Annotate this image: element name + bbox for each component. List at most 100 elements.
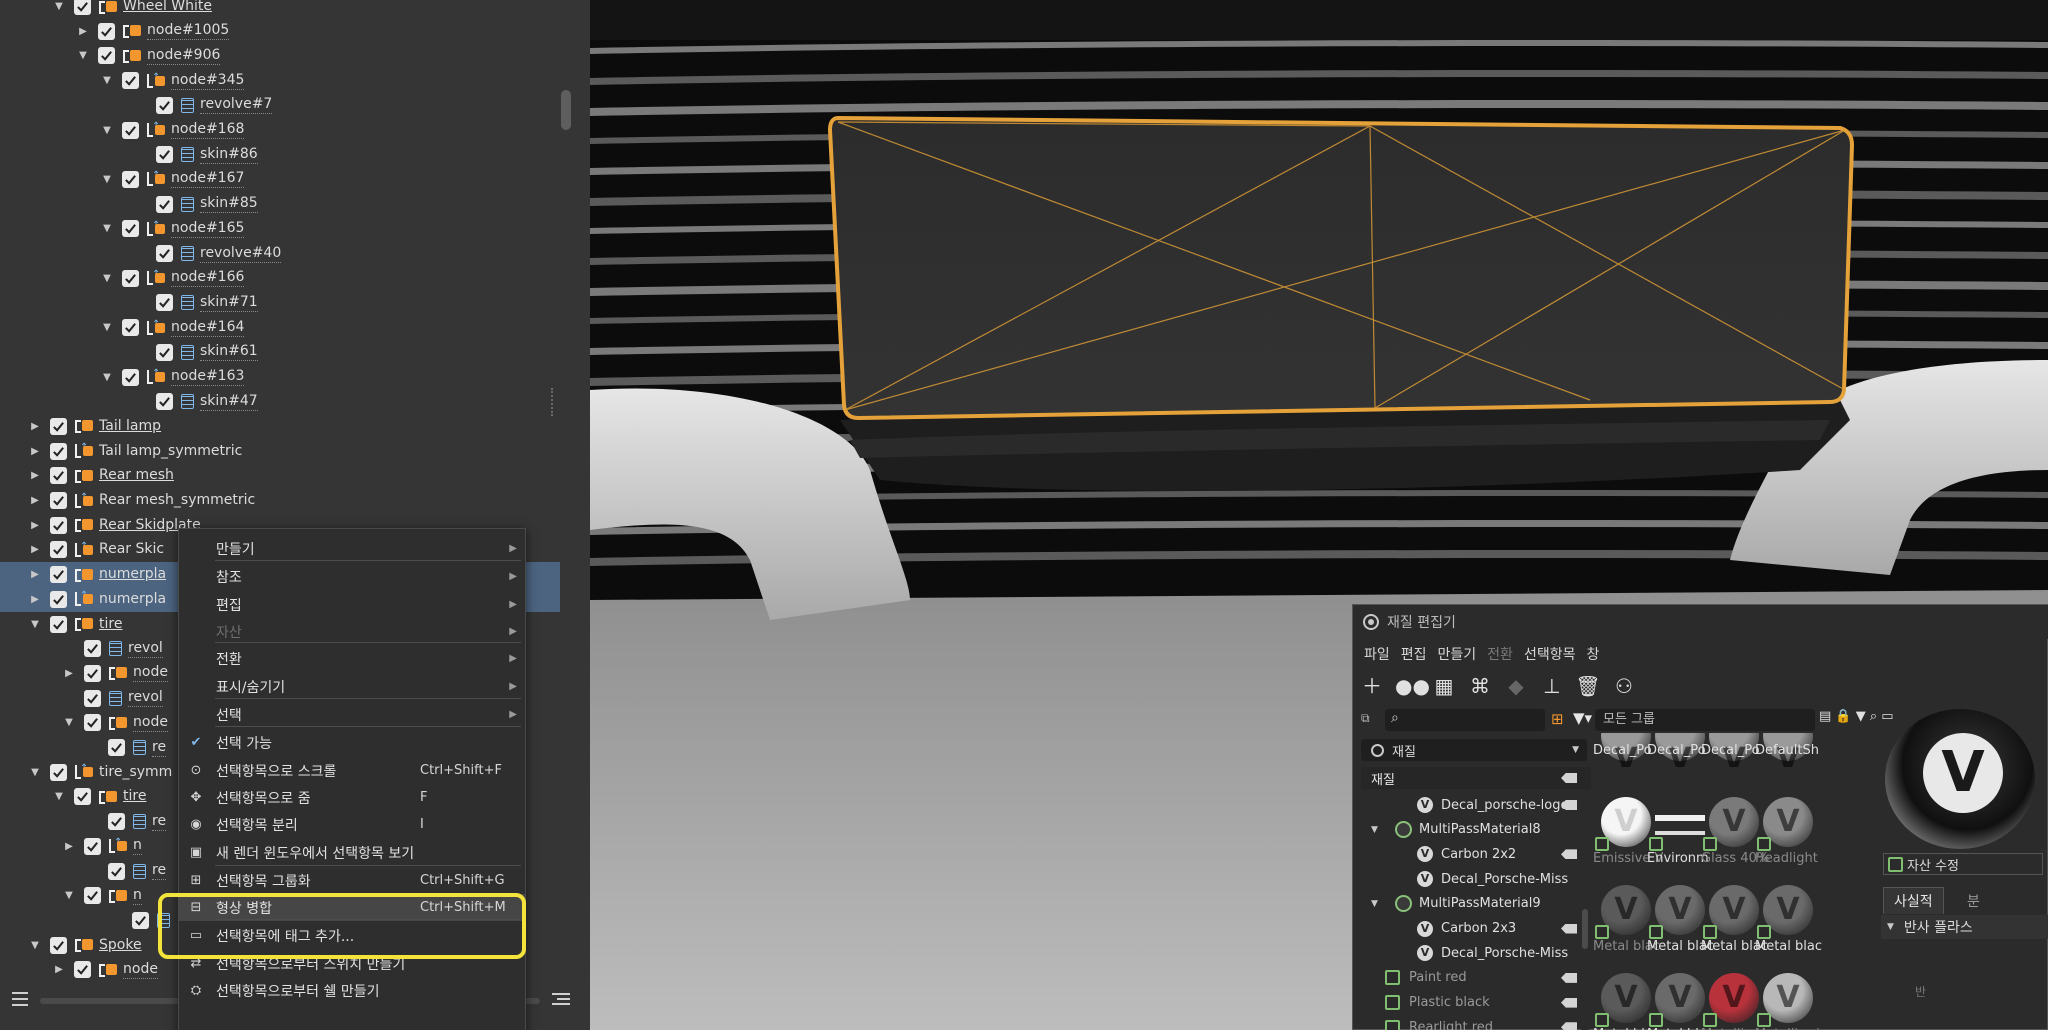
tree-row[interactable]: ▼ ↑ node#165 — [0, 216, 560, 241]
menu-item[interactable]: ⛭ 선택항목으로부터 쉘 만들기 — [179, 977, 525, 1004]
visibility-checkbox[interactable] — [84, 664, 101, 682]
tree-row[interactable]: skin#71 — [0, 290, 560, 315]
tree-view-icon[interactable]: ⊞ — [1551, 710, 1569, 728]
menu-item[interactable]: 편집 ▶ — [179, 591, 525, 618]
menu-item[interactable]: 참조 ▶ — [179, 563, 525, 590]
tree-row[interactable]: skin#86 — [0, 142, 560, 167]
expand-right-icon[interactable]: ▶ — [76, 24, 90, 38]
tree-row[interactable]: ▶ Rear mesh — [0, 463, 560, 488]
multipass-icon[interactable]: ●● — [1395, 673, 1430, 699]
expand-down-icon[interactable]: ▼ — [1371, 899, 1378, 909]
menubar-item[interactable]: 창 — [1586, 644, 1599, 664]
select-icon[interactable]: ⌘ — [1467, 673, 1493, 699]
expand-down-icon[interactable]: ▼ — [52, 790, 66, 804]
visibility-checkbox[interactable] — [156, 195, 173, 213]
visibility-checkbox[interactable] — [156, 146, 173, 164]
visibility-checkbox[interactable] — [98, 47, 115, 65]
menu-item[interactable]: ▣ 새 렌더 윈도우에서 선택항목 보기 — [179, 839, 525, 866]
tree-row[interactable]: ▼ ↑ node#166 — [0, 266, 560, 291]
material-list-item[interactable]: Rearlight red — [1361, 1015, 1591, 1030]
visibility-checkbox[interactable] — [156, 343, 173, 361]
visibility-checkbox[interactable] — [108, 739, 125, 756]
menubar-item[interactable]: 파일 — [1364, 644, 1390, 664]
material-swatch[interactable]: VMetallic si — [1753, 971, 1823, 1030]
material-list-item[interactable]: V Carbon 2x2 — [1361, 842, 1591, 866]
tree-row[interactable]: ▶ ↑ Rear mesh_symmetric — [0, 488, 560, 513]
visibility-checkbox[interactable] — [50, 590, 67, 608]
menu-item[interactable]: 선택 ▶ — [179, 701, 525, 728]
material-list-item[interactable]: ▼ MultiPassMaterial8 — [1361, 818, 1591, 842]
tree-row[interactable]: skin#47 — [0, 389, 560, 414]
material-list-item[interactable]: Paint red — [1361, 966, 1591, 990]
visibility-checkbox[interactable] — [50, 467, 67, 485]
material-swatch[interactable]: V Headlight — [1753, 795, 1823, 877]
expand-right-icon[interactable]: ▶ — [62, 839, 76, 853]
tree-row[interactable]: ▼ ↑ node#163 — [0, 365, 560, 390]
grid-icon[interactable]: ▦ — [1431, 673, 1457, 699]
tree-row[interactable]: ▶ node#1005 — [0, 19, 560, 44]
menubar-item[interactable]: 선택항목 — [1524, 644, 1576, 664]
tree-row[interactable]: ▼ ↑ node#164 — [0, 315, 560, 340]
eraser-icon[interactable]: ◆ — [1503, 673, 1529, 699]
expand-down-icon[interactable]: ▼ — [76, 49, 90, 63]
expand-down-icon[interactable]: ▼ — [28, 617, 42, 631]
tree-scrollbar-thumb[interactable] — [561, 90, 571, 130]
expand-down-icon[interactable]: ▼ — [100, 74, 114, 88]
expand-down-icon[interactable]: ▼ — [100, 271, 114, 285]
visibility-checkbox[interactable] — [50, 442, 67, 460]
tree-row[interactable]: ▶ Tail lamp — [0, 414, 560, 439]
tab-realistic[interactable]: 사실적 — [1883, 887, 1944, 914]
expand-down-icon[interactable]: ▼ — [100, 321, 114, 335]
visibility-checkbox[interactable] — [108, 862, 125, 880]
visibility-checkbox[interactable] — [122, 220, 139, 238]
material-list-item[interactable]: V Decal_Porsche-Miss — [1361, 867, 1591, 891]
tree-row[interactable]: revolve#7 — [0, 93, 560, 118]
visibility-checkbox[interactable] — [156, 245, 173, 262]
visibility-checkbox[interactable] — [156, 96, 173, 114]
menu-item[interactable]: 표시/숨기기 ▶ — [179, 673, 525, 700]
tree-row[interactable]: skin#85 — [0, 192, 560, 217]
expand-right-icon[interactable]: ▶ — [28, 518, 42, 532]
material-list-item[interactable]: V Decal_porsche-logo — [1361, 793, 1591, 817]
menubar-item[interactable]: 편집 — [1401, 644, 1427, 664]
expand-right-icon[interactable]: ▶ — [28, 494, 42, 508]
expand-down-icon[interactable]: ▼ — [100, 222, 114, 236]
visibility-checkbox[interactable] — [122, 121, 139, 139]
menu-item[interactable]: 전환 ▶ — [179, 645, 525, 672]
material-list-item[interactable]: ▼ MultiPassMaterial9 — [1361, 892, 1591, 916]
material-swatch[interactable]: V DefaultSh — [1753, 733, 1823, 767]
visibility-checkbox[interactable] — [84, 837, 101, 855]
visibility-checkbox[interactable] — [122, 269, 139, 287]
options-menu-icon[interactable] — [552, 993, 570, 1005]
material-editor-titlebar[interactable]: 재질 편집기 — [1353, 605, 2048, 639]
tree-row[interactable]: ▼ ↑ node#167 — [0, 167, 560, 192]
expand-right-icon[interactable]: ▶ — [28, 543, 42, 557]
visibility-checkbox[interactable] — [50, 615, 67, 633]
tree-scrollbar[interactable] — [560, 0, 578, 980]
tree-row[interactable]: ▶ ↑ Tail lamp_symmetric — [0, 439, 560, 464]
add-icon[interactable]: ＋ — [1359, 673, 1385, 699]
menubar-item[interactable]: 만들기 — [1438, 644, 1477, 664]
visibility-checkbox[interactable] — [84, 887, 101, 905]
expand-down-icon[interactable]: ▼ — [52, 0, 66, 14]
asset-edit-checkbox[interactable]: 자산 수정 — [1883, 853, 2043, 875]
search-options-icon[interactable]: ⧉ — [1361, 711, 1379, 727]
tree-row[interactable]: ▼ ↑ node#345 — [0, 68, 560, 93]
visibility-checkbox[interactable] — [74, 788, 91, 806]
panel-resize-grip[interactable] — [551, 388, 554, 416]
menu-icon[interactable] — [12, 992, 28, 1006]
visibility-checkbox[interactable] — [50, 763, 67, 781]
expand-right-icon[interactable]: ▶ — [62, 666, 76, 680]
material-swatch[interactable]: VMetal blac — [1753, 883, 1823, 965]
menubar-item[interactable]: 전환 — [1487, 644, 1513, 664]
visibility-checkbox[interactable] — [122, 368, 139, 386]
apply-icon[interactable]: ⊥ — [1539, 673, 1565, 699]
expand-right-icon[interactable]: ▶ — [52, 963, 66, 977]
expand-down-icon[interactable]: ▼ — [62, 716, 76, 730]
menu-item[interactable]: ✔ 선택 가능 — [179, 729, 525, 756]
tree-row[interactable]: revolve#40 — [0, 241, 560, 266]
tree-row[interactable]: ▼ node#906 — [0, 43, 560, 68]
material-list-item[interactable]: V Decal_Porsche-Miss — [1361, 941, 1591, 965]
visibility-checkbox[interactable] — [84, 689, 101, 707]
expand-down-icon[interactable]: ▼ — [100, 123, 114, 137]
